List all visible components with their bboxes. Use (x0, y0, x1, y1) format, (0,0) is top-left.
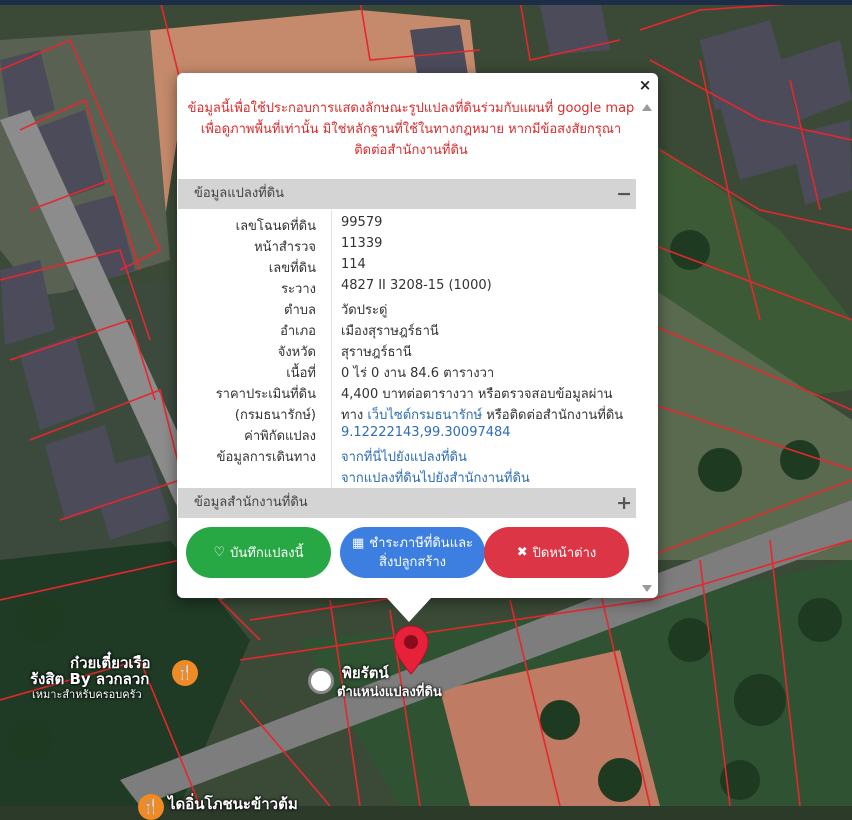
popup-scrollbar[interactable] (639, 100, 655, 594)
close-window-label: ปิดหน้าต่าง (532, 546, 597, 561)
treasury-prefix: ทาง (341, 408, 368, 423)
restaurant-icon[interactable]: 🍴 (172, 660, 198, 686)
popup-tip (386, 597, 432, 622)
coordinates-link[interactable]: 9.12222143,99.30097484 (341, 425, 511, 440)
save-parcel-button[interactable]: ♡ บันทึกแปลงนี้ (186, 527, 331, 578)
heart-icon: ♡ (213, 545, 226, 560)
scroll-down-arrow-icon[interactable] (642, 585, 652, 592)
row-label-land-no: เลขที่ดิน (268, 261, 316, 276)
scroll-up-arrow-icon[interactable] (642, 104, 652, 111)
pay-land-tax-button[interactable]: ▦ ชำระภาษีที่ดินและ สิ่งปลูกสร้าง (340, 527, 485, 578)
row-label-appraisal: ราคาประเมินที่ดิน (215, 387, 316, 402)
row-label-subdistrict: ตำบล (284, 303, 316, 318)
row-label-map-sheet: ระวาง (281, 282, 316, 297)
location-pin-icon[interactable] (393, 625, 429, 675)
row-label-treasury: (กรมธนารักษ์) (234, 408, 316, 423)
close-icon[interactable]: × (634, 74, 656, 96)
marker-label: ตำแหน่งแปลงที่ดิน (337, 685, 442, 700)
land-info-section-title: ข้อมูลแปลงที่ดิน (194, 186, 285, 201)
close-x-icon: ✖ (516, 545, 528, 560)
row-label-travel: ข้อมูลการเดินทาง (216, 450, 316, 465)
expand-plus-icon[interactable]: + (616, 488, 632, 518)
pay-tax-label-line1: ชำระภาษีที่ดินและ (369, 535, 474, 551)
row-label-coordinates: ค่าพิกัดแปลง (244, 429, 316, 444)
row-value-province: สุราษฎร์ธานี (341, 345, 412, 360)
land-info-section-header[interactable]: ข้อมูลแปลงที่ดิน − (178, 179, 636, 209)
row-value-map-sheet: 4827 II 3208-15 (1000) (341, 278, 492, 293)
row-label-deed-no: เลขโฉนดที่ดิน (235, 219, 316, 234)
disclaimer-text: ข้อมูลนี้เพื่อใช้ประกอบการแสดงลักษณะรูปแ… (187, 101, 635, 158)
route-to-office-link[interactable]: จากแปลงที่ดินไปยังสำนักงานที่ดิน (341, 467, 530, 488)
row-value-deed-no: 99579 (341, 215, 383, 230)
treasury-suffix: หรือติดต่อสำนักงานที่ดิน (482, 408, 624, 423)
pay-tax-label-line2: สิ่งปลูกสร้าง (379, 554, 446, 570)
route-to-parcel-link[interactable]: จากที่นี่ไปยังแปลงที่ดิน (341, 446, 467, 467)
row-label-survey-page: หน้าสำรวจ (254, 240, 316, 255)
row-value-land-no: 114 (341, 257, 366, 272)
qr-code-icon: ▦ (351, 535, 365, 551)
row-value-subdistrict: วัดประดู่ (341, 303, 388, 318)
collapse-minus-icon[interactable]: − (616, 179, 632, 209)
restaurant-icon-2[interactable]: 🍴 (138, 794, 164, 820)
top-bar (0, 0, 852, 5)
row-value-appraisal: 4,400 บาทต่อตารางวา หรือตรวจสอบข้อมูลผ่า… (341, 387, 613, 402)
office-info-section-header[interactable]: ข้อมูลสำนักงานที่ดิน + (178, 488, 636, 518)
treasury-website-link[interactable]: เว็บไซต์กรมธนารักษ์ (367, 408, 482, 423)
row-value-treasury: ทาง เว็บไซต์กรมธนารักษ์ หรือติดต่อสำนักง… (341, 404, 623, 425)
table-divider (331, 210, 332, 488)
save-parcel-label: บันทึกแปลงนี้ (230, 546, 304, 561)
row-label-province: จังหวัด (277, 345, 316, 360)
office-info-section-title: ข้อมูลสำนักงานที่ดิน (194, 495, 308, 510)
row-value-area: 0 ไร่ 0 งาน 84.6 ตารางวา (341, 366, 495, 381)
map-poi-label-3[interactable]: ไดอิ่นโภชนะข้าวต้ม (168, 792, 298, 816)
map-poi-label-line3: เหมาะสำหรับครอบครัว (32, 688, 142, 701)
place-icon[interactable] (308, 668, 334, 694)
row-value-district: เมืองสุราษฎร์ธานี (341, 324, 439, 339)
close-window-button[interactable]: ✖ ปิดหน้าต่าง (484, 527, 629, 578)
row-value-survey-page: 11339 (341, 236, 383, 251)
row-label-district: อำเภอ (280, 324, 316, 339)
row-label-area: เนื้อที่ (286, 366, 316, 381)
